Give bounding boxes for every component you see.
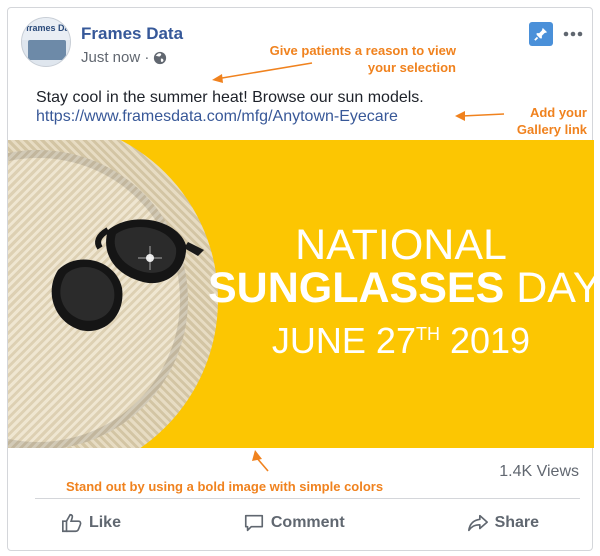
share-icon [467,514,488,532]
thumbs-up-icon [61,513,82,533]
banner-title-rest: DAY [516,264,594,312]
comment-label: Comment [270,514,345,531]
banner-title-line1: NATIONAL [295,221,507,269]
annotation-reason-line2: your selection [367,60,456,75]
view-count[interactable]: 1.4K Views [499,463,579,481]
comment-icon [244,514,263,532]
share-label: Share [494,514,540,531]
annotation-image-tip: Stand out by using a bold image with sim… [66,479,384,494]
post-text: Stay cool in the summer heat! Browse our… [36,89,424,106]
post-meta: Just now · [81,49,167,66]
post-timestamp[interactable]: Just now · [81,49,149,66]
banner-date-year: 2019 [449,320,531,361]
action-bar: Like Comment Share [0,500,600,546]
banner-title-bold: SUNGLASSES [208,264,505,312]
post-image[interactable]: NATIONAL SUNGLASSES DAY JUNE 27TH 2019 [8,140,594,448]
avatar-logo-text: frames Data [26,23,70,33]
like-button[interactable]: Like [61,512,121,534]
post-link[interactable]: https://www.framesdata.com/mfg/Anytown-E… [36,108,398,126]
share-button[interactable]: Share [467,512,539,534]
annotation-reason-line1: Give patients a reason to view [269,43,456,58]
pin-icon [534,27,548,41]
page-name-link[interactable]: Frames Data [81,24,183,44]
pin-button[interactable] [529,22,553,46]
page-avatar[interactable]: frames Data [21,17,71,67]
comment-button[interactable]: Comment [243,512,345,534]
annotation-gallery: Add your Gallery link [490,104,587,138]
more-options-button[interactable] [561,22,585,46]
annotation-gallery-line2: Gallery link [516,122,587,137]
banner-date: JUNE 27TH 2019 [208,320,594,362]
avatar-thumbnail [28,40,66,60]
annotation-gallery-line1: Add your [529,105,587,120]
banner-title-line2: SUNGLASSES DAY [208,265,594,311]
banner-date-prefix: JUNE 27 [271,320,416,361]
banner-date-suffix-sup: TH [415,324,440,344]
more-options-icon [563,31,583,37]
sunglasses-graphic [51,219,204,332]
annotation-reason: Give patients a reason to view your sele… [230,42,456,76]
actions-divider [35,498,580,499]
like-label: Like [88,514,121,531]
globe-icon [154,51,167,64]
